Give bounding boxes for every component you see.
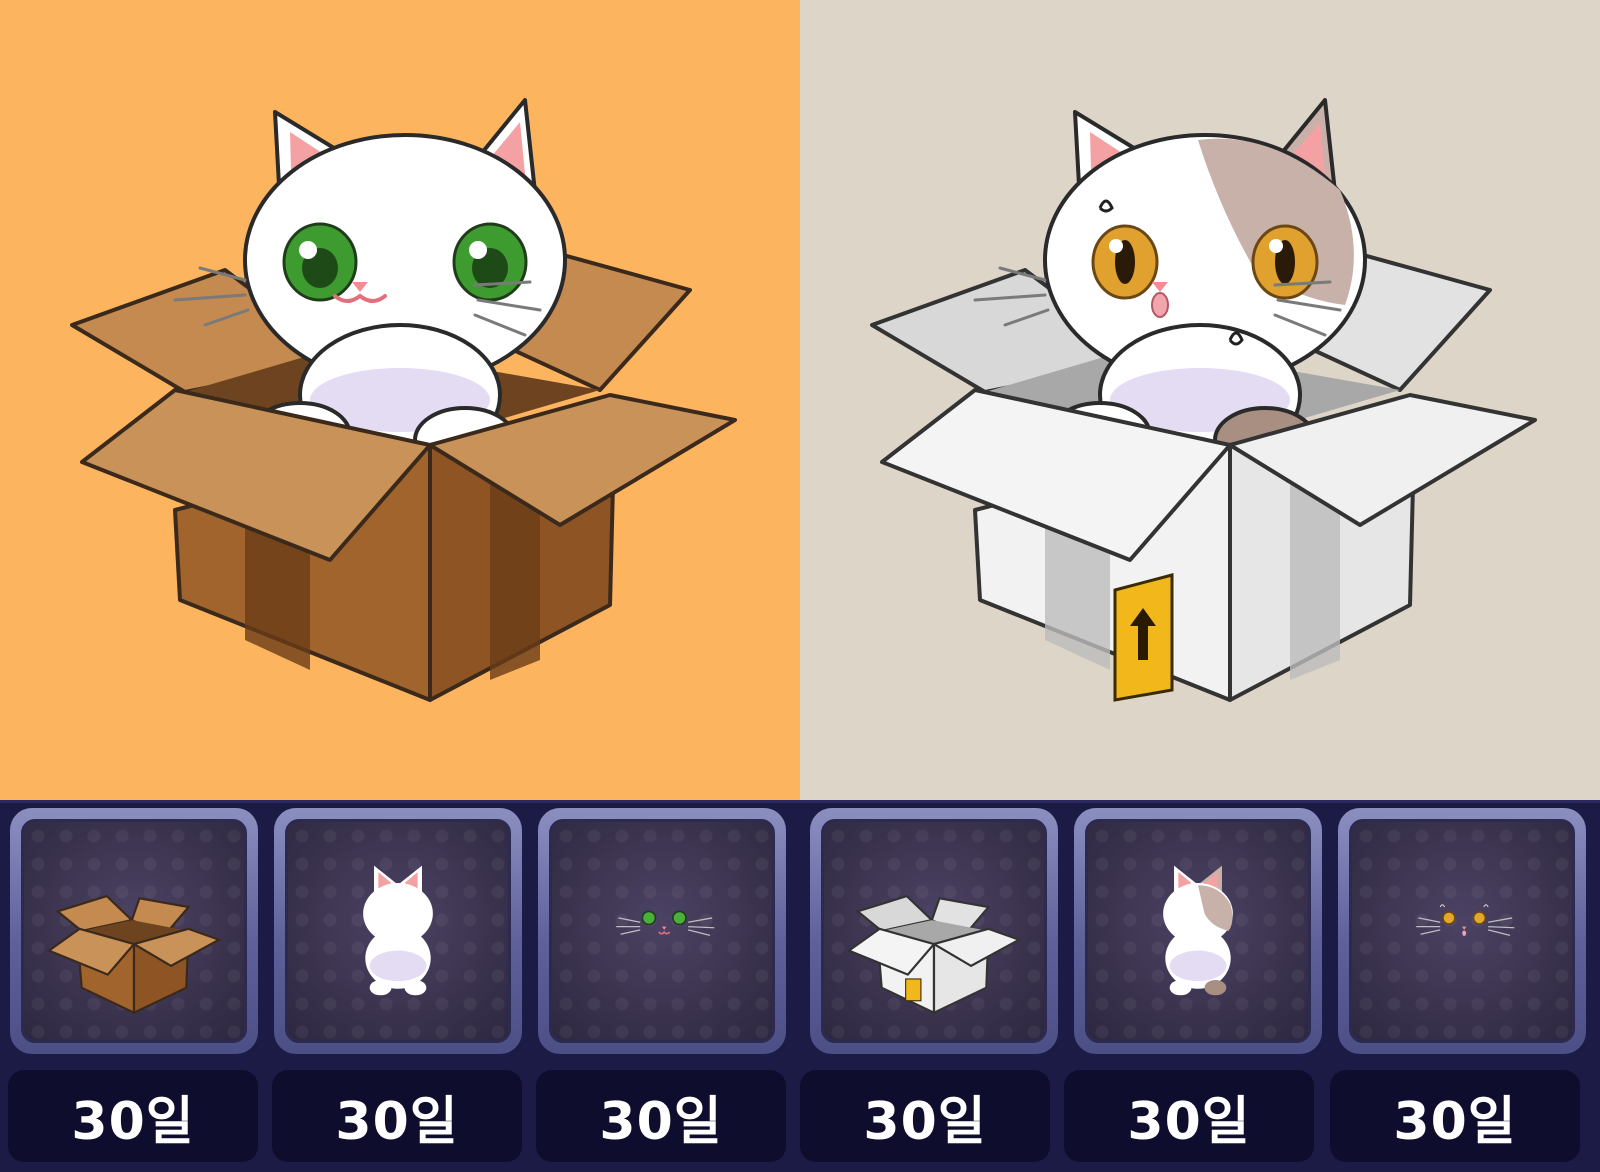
white-cat-icon <box>363 865 433 996</box>
slot-duration-label: 30일 <box>8 1070 258 1162</box>
slot-duration-label: 30일 <box>800 1070 1050 1162</box>
slot-duration-label: 30일 <box>536 1070 786 1162</box>
white-box-icon <box>846 894 1022 1015</box>
white-box-calico-cat-illustration <box>870 98 1537 702</box>
slot-duration-label: 30일 <box>1330 1070 1580 1162</box>
preview-row <box>0 0 1600 800</box>
calico-cat-icon <box>1163 865 1233 996</box>
inventory-slot-white-box[interactable] <box>810 808 1058 1054</box>
brown-box-white-cat-illustration <box>70 98 737 702</box>
arrow-up-sticker-icon <box>1113 573 1174 702</box>
preview-brown-box-white-cat <box>0 0 800 800</box>
brown-box-icon <box>46 894 222 1015</box>
amber-eyes-face-icon <box>1416 904 1515 936</box>
inventory-slot-calico-cat[interactable] <box>1074 808 1322 1054</box>
inventory-slot-amber-eyes-face[interactable] <box>1338 808 1586 1054</box>
green-eyes-face-icon <box>616 910 715 936</box>
inventory-slot-green-eyes-face[interactable] <box>538 808 786 1054</box>
inventory-slot-white-cat[interactable] <box>274 808 522 1054</box>
slot-duration-label: 30일 <box>272 1070 522 1162</box>
inventory-slot-brown-box[interactable] <box>10 808 258 1054</box>
slot-duration-label: 30일 <box>1064 1070 1314 1162</box>
preview-white-box-calico-cat <box>800 0 1600 800</box>
